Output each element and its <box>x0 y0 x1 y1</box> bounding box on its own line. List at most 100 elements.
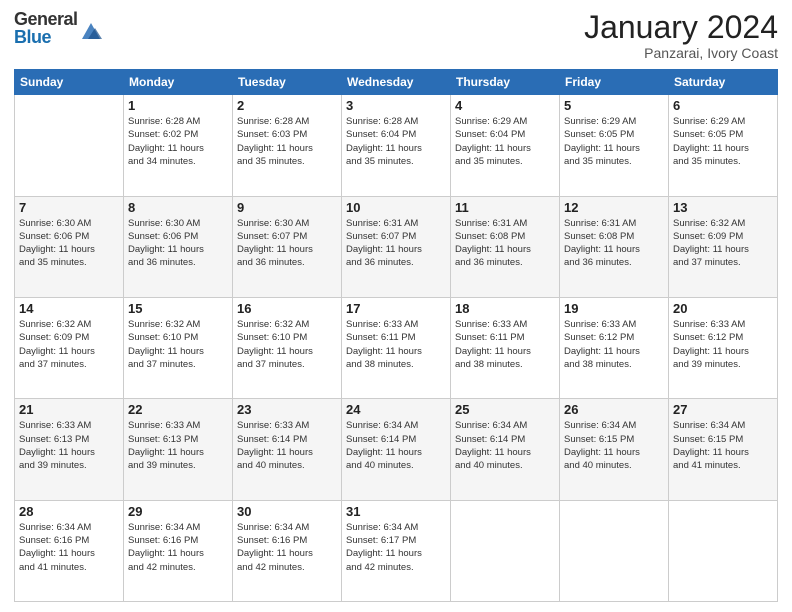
month-title: January 2024 <box>584 10 778 45</box>
logo-blue: Blue <box>14 28 78 46</box>
day-number: 8 <box>128 200 228 215</box>
table-row: 31Sunrise: 6:34 AMSunset: 6:17 PMDayligh… <box>342 500 451 601</box>
cell-info: Sunrise: 6:32 AMSunset: 6:10 PMDaylight:… <box>237 318 337 371</box>
day-number: 28 <box>19 504 119 519</box>
cell-info: Sunrise: 6:33 AMSunset: 6:14 PMDaylight:… <box>237 419 337 472</box>
day-number: 30 <box>237 504 337 519</box>
table-row: 27 Sunrise: 6:34 AMSunset: 6:15 PMDayligh… <box>669 399 778 500</box>
logo-text: General Blue <box>14 10 78 46</box>
cell-info: Sunrise: 6:28 AMSunset: 6:03 PMDaylight:… <box>237 115 337 168</box>
header: General Blue January 2024 Panzarai, Ivor… <box>14 10 778 61</box>
col-wednesday: Wednesday <box>342 70 451 95</box>
day-number: 19 <box>564 301 664 316</box>
table-row: 10Sunrise: 6:31 AMSunset: 6:07 PMDayligh… <box>342 196 451 297</box>
table-row: 13 Sunrise: 6:32 AMSunset: 6:09 PMDayligh… <box>669 196 778 297</box>
table-row: 18 Sunrise: 6:33 AMSunset: 6:11 PMDayligh… <box>451 297 560 398</box>
cell-info: Sunrise: 6:33 AMSunset: 6:11 PMDaylight:… <box>346 318 446 371</box>
cell-info: Sunrise: 6:33 AMSunset: 6:13 PMDaylight:… <box>19 419 119 472</box>
day-number: 2 <box>237 98 337 113</box>
table-row: 7 Sunrise: 6:30 AMSunset: 6:06 PMDaylight… <box>15 196 124 297</box>
cell-info: Sunrise: 6:29 AMSunset: 6:05 PMDaylight:… <box>564 115 664 168</box>
logo-general: General <box>14 10 78 28</box>
table-row: 22 Sunrise: 6:33 AMSunset: 6:13 PMDayligh… <box>124 399 233 500</box>
table-row: 4 Sunrise: 6:29 AMSunset: 6:04 PMDaylight… <box>451 95 560 196</box>
table-row: 3 Sunrise: 6:28 AMSunset: 6:04 PMDaylight… <box>342 95 451 196</box>
table-row: 30Sunrise: 6:34 AMSunset: 6:16 PMDayligh… <box>233 500 342 601</box>
cell-info: Sunrise: 6:28 AMSunset: 6:04 PMDaylight:… <box>346 115 446 168</box>
day-number: 6 <box>673 98 773 113</box>
cell-info: Sunrise: 6:29 AMSunset: 6:04 PMDaylight:… <box>455 115 555 168</box>
cell-info: Sunrise: 6:33 AMSunset: 6:12 PMDaylight:… <box>564 318 664 371</box>
day-number: 27 <box>673 402 773 417</box>
cell-info: Sunrise: 6:34 AMSunset: 6:14 PMDaylight:… <box>346 419 446 472</box>
calendar-week-row: 14 Sunrise: 6:32 AMSunset: 6:09 PMDayligh… <box>15 297 778 398</box>
table-row <box>669 500 778 601</box>
table-row: 17 Sunrise: 6:33 AMSunset: 6:11 PMDayligh… <box>342 297 451 398</box>
cell-info: Sunrise: 6:33 AMSunset: 6:11 PMDaylight:… <box>455 318 555 371</box>
table-row: 19 Sunrise: 6:33 AMSunset: 6:12 PMDayligh… <box>560 297 669 398</box>
cell-info: Sunrise: 6:33 AMSunset: 6:12 PMDaylight:… <box>673 318 773 371</box>
table-row: 24 Sunrise: 6:34 AMSunset: 6:14 PMDayligh… <box>342 399 451 500</box>
day-number: 22 <box>128 402 228 417</box>
table-row: 25Sunrise: 6:34 AMSunset: 6:14 PMDayligh… <box>451 399 560 500</box>
col-thursday: Thursday <box>451 70 560 95</box>
day-number: 16 <box>237 301 337 316</box>
day-number: 29 <box>128 504 228 519</box>
cell-info: Sunrise: 6:34 AMSunset: 6:15 PMDaylight:… <box>673 419 773 472</box>
day-number: 23 <box>237 402 337 417</box>
cell-info: Sunrise: 6:28 AMSunset: 6:02 PMDaylight:… <box>128 115 228 168</box>
cell-info: Sunrise: 6:29 AMSunset: 6:05 PMDaylight:… <box>673 115 773 168</box>
cell-info: Sunrise: 6:34 AMSunset: 6:17 PMDaylight:… <box>346 521 446 574</box>
day-number: 7 <box>19 200 119 215</box>
day-number: 12 <box>564 200 664 215</box>
table-row: 15 Sunrise: 6:32 AMSunset: 6:10 PMDayligh… <box>124 297 233 398</box>
day-number: 17 <box>346 301 446 316</box>
col-saturday: Saturday <box>669 70 778 95</box>
table-row: 2 Sunrise: 6:28 AMSunset: 6:03 PMDaylight… <box>233 95 342 196</box>
day-number: 4 <box>455 98 555 113</box>
title-block: January 2024 Panzarai, Ivory Coast <box>584 10 778 61</box>
cell-info: Sunrise: 6:34 AMSunset: 6:16 PMDaylight:… <box>128 521 228 574</box>
day-number: 1 <box>128 98 228 113</box>
day-number: 3 <box>346 98 446 113</box>
day-number: 13 <box>673 200 773 215</box>
day-number: 26 <box>564 402 664 417</box>
cell-info: Sunrise: 6:30 AMSunset: 6:07 PMDaylight:… <box>237 217 337 270</box>
day-number: 11 <box>455 200 555 215</box>
day-number: 14 <box>19 301 119 316</box>
table-row: 1 Sunrise: 6:28 AMSunset: 6:02 PMDaylight… <box>124 95 233 196</box>
day-number: 18 <box>455 301 555 316</box>
col-friday: Friday <box>560 70 669 95</box>
cell-info: Sunrise: 6:31 AMSunset: 6:08 PMDaylight:… <box>455 217 555 270</box>
cell-info: Sunrise: 6:32 AMSunset: 6:09 PMDaylight:… <box>19 318 119 371</box>
calendar-week-row: 28 Sunrise: 6:34 AMSunset: 6:16 PMDayligh… <box>15 500 778 601</box>
cell-info: Sunrise: 6:34 AMSunset: 6:16 PMDaylight:… <box>19 521 119 574</box>
table-row <box>451 500 560 601</box>
day-number: 25 <box>455 402 555 417</box>
table-row: 16 Sunrise: 6:32 AMSunset: 6:10 PMDayligh… <box>233 297 342 398</box>
col-tuesday: Tuesday <box>233 70 342 95</box>
cell-info: Sunrise: 6:30 AMSunset: 6:06 PMDaylight:… <box>19 217 119 270</box>
cell-info: Sunrise: 6:30 AMSunset: 6:06 PMDaylight:… <box>128 217 228 270</box>
logo-icon <box>80 19 102 44</box>
day-number: 20 <box>673 301 773 316</box>
table-row <box>560 500 669 601</box>
cell-info: Sunrise: 6:32 AMSunset: 6:09 PMDaylight:… <box>673 217 773 270</box>
cell-info: Sunrise: 6:31 AMSunset: 6:07 PMDaylight:… <box>346 217 446 270</box>
day-number: 24 <box>346 402 446 417</box>
cell-info: Sunrise: 6:33 AMSunset: 6:13 PMDaylight:… <box>128 419 228 472</box>
day-number: 9 <box>237 200 337 215</box>
table-row: 28 Sunrise: 6:34 AMSunset: 6:16 PMDayligh… <box>15 500 124 601</box>
table-row: 14 Sunrise: 6:32 AMSunset: 6:09 PMDayligh… <box>15 297 124 398</box>
day-number: 21 <box>19 402 119 417</box>
cell-info: Sunrise: 6:32 AMSunset: 6:10 PMDaylight:… <box>128 318 228 371</box>
table-row: 12 Sunrise: 6:31 AMSunset: 6:08 PMDayligh… <box>560 196 669 297</box>
cell-info: Sunrise: 6:31 AMSunset: 6:08 PMDaylight:… <box>564 217 664 270</box>
day-number: 5 <box>564 98 664 113</box>
calendar-week-row: 1 Sunrise: 6:28 AMSunset: 6:02 PMDaylight… <box>15 95 778 196</box>
col-sunday: Sunday <box>15 70 124 95</box>
table-row: 26Sunrise: 6:34 AMSunset: 6:15 PMDayligh… <box>560 399 669 500</box>
table-row <box>15 95 124 196</box>
table-row: 8 Sunrise: 6:30 AMSunset: 6:06 PMDaylight… <box>124 196 233 297</box>
day-number: 15 <box>128 301 228 316</box>
